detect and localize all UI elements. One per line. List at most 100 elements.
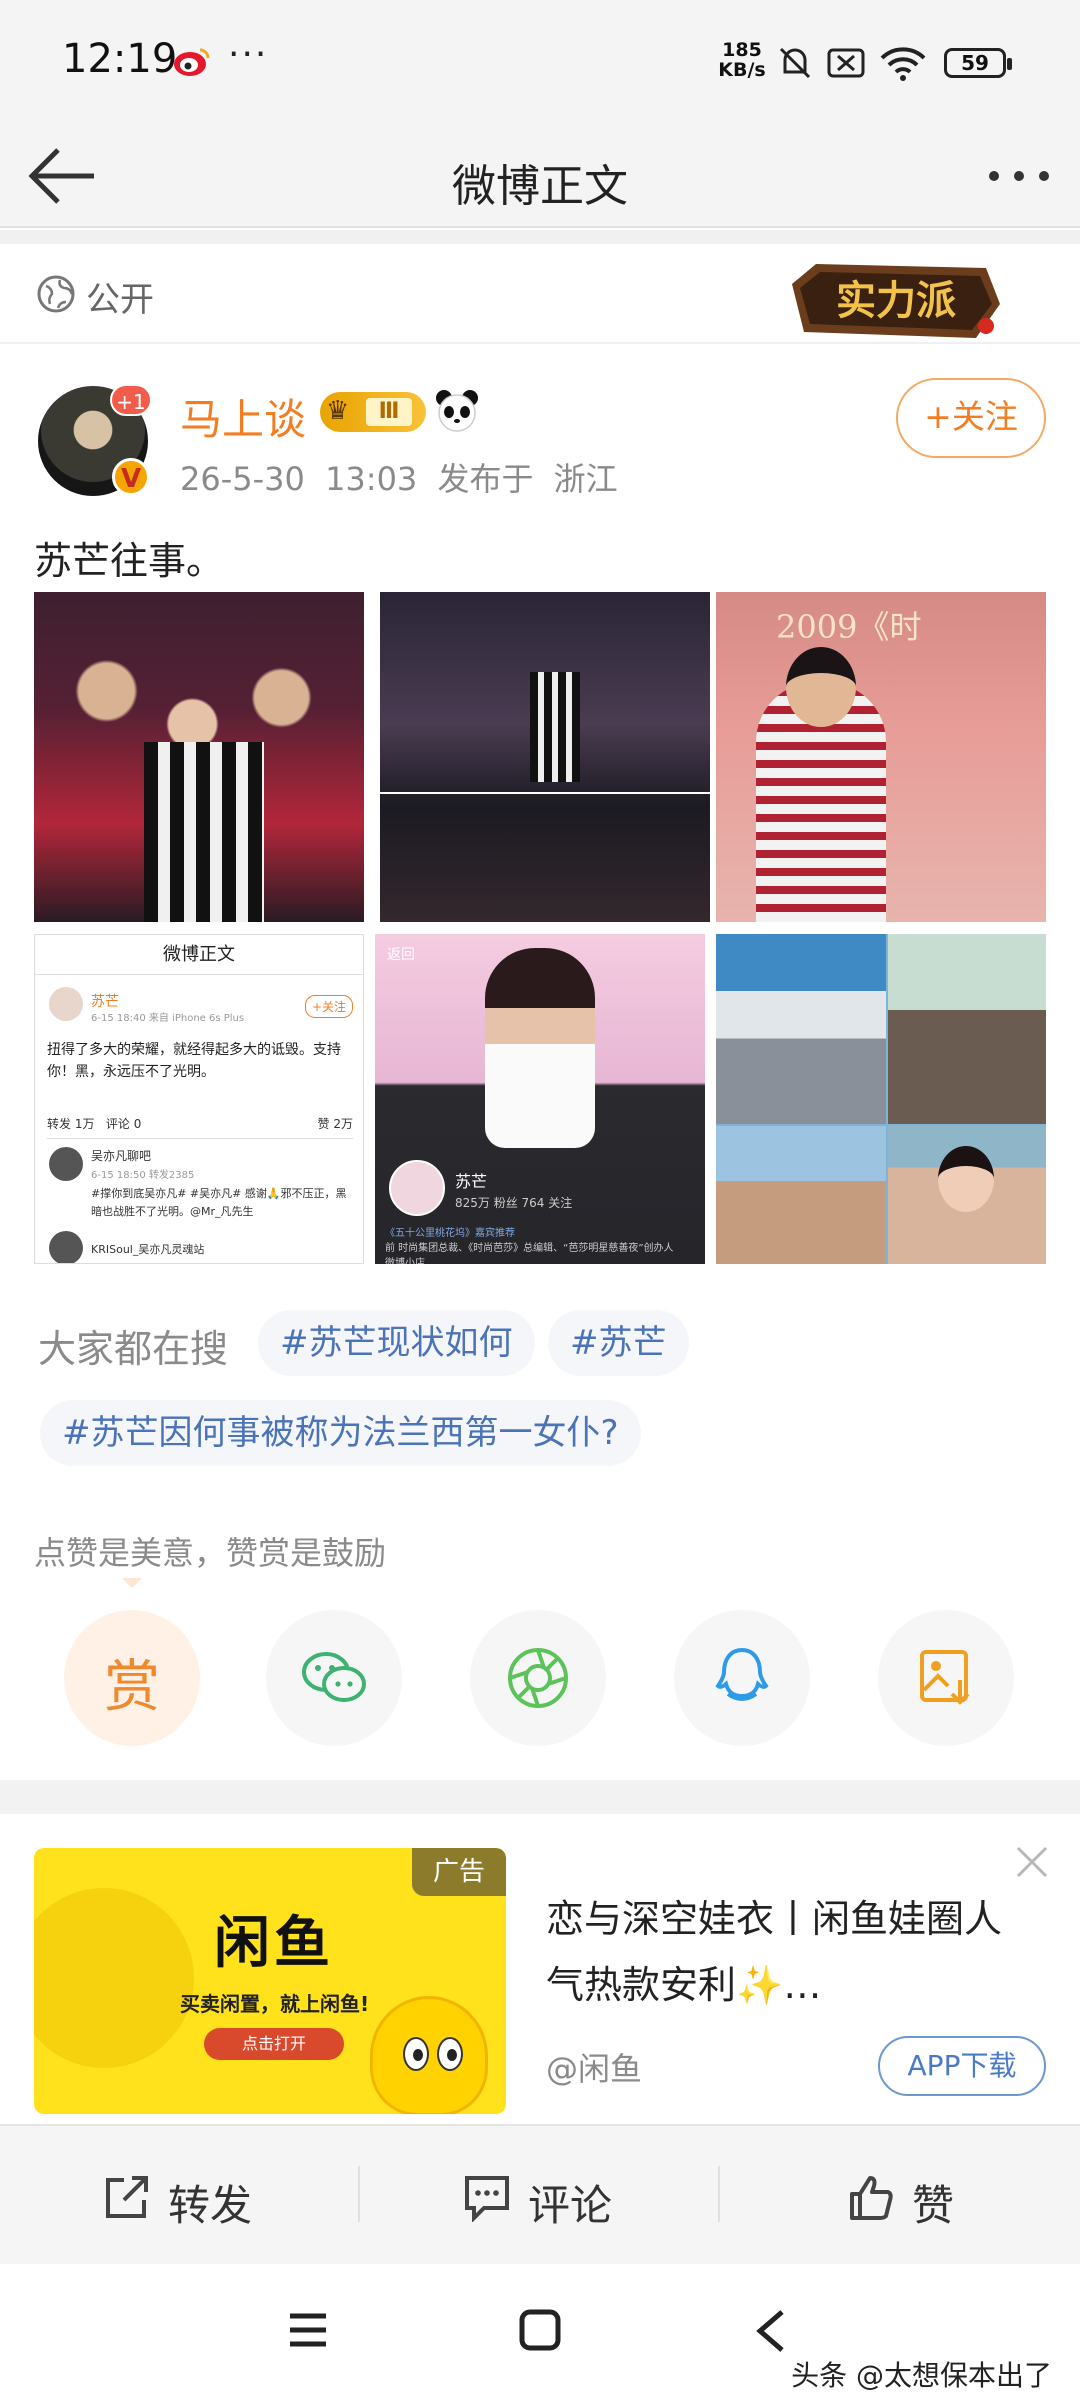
post-image-2[interactable]: [380, 592, 710, 922]
post-location: 发布于 浙江: [437, 460, 618, 498]
repost-label: 转发: [168, 2181, 253, 2230]
repost-icon: [106, 2176, 148, 2218]
app-download-button[interactable]: APP下载: [878, 2036, 1046, 2096]
status-more-dots: ···: [228, 34, 269, 75]
embedded-profile-shop: 微博小店: [385, 1258, 425, 1264]
verified-badge: V: [112, 458, 150, 496]
back-nav-icon[interactable]: [754, 2308, 788, 2354]
post-timestamp: 26-5-30 13:03: [180, 460, 418, 498]
collage-cell-3: [716, 1126, 886, 1264]
ad-background-shape: [34, 1888, 194, 2068]
ad-label: 广告: [412, 1848, 506, 1896]
collage-divider: [380, 792, 710, 794]
embedded-avatar: [49, 987, 83, 1021]
save-image-icon: [920, 1650, 970, 1705]
trending-tag-1[interactable]: #苏芒现状如何: [258, 1310, 535, 1376]
embedded-commenter-2: KRISoul_吴亦凡灵魂站: [91, 1243, 205, 1256]
comment-button[interactable]: 评论: [360, 2126, 720, 2266]
embedded-tab-repost: 转发 1万: [47, 1117, 95, 1131]
embedded-profile-avatar: [389, 1160, 445, 1216]
speaker-head: [786, 647, 856, 727]
ad-slogan: 买卖闲置，就上闲鱼!: [180, 1992, 370, 2016]
xianyu-mascot-icon: [370, 1996, 488, 2114]
panda-icon: [436, 390, 478, 432]
post-meta: 26-5-30 13:03 发布于 浙江: [180, 454, 618, 500]
ad-banner-image[interactable]: 广告 闲鱼 买卖闲置，就上闲鱼! 点击打开: [34, 1848, 506, 2114]
mascot-eye: [437, 2037, 463, 2071]
share-qq-button[interactable]: [674, 1610, 810, 1746]
follow-button[interactable]: +关注: [896, 378, 1046, 458]
like-label: 赞: [912, 2181, 955, 2230]
save-image-button[interactable]: [878, 1610, 1014, 1746]
commenter2-avatar: [49, 1231, 83, 1263]
like-button[interactable]: 赞: [720, 2126, 1080, 2266]
hint-pointer-icon: [122, 1578, 142, 1588]
embedded-meta: 6-15 18:40 来自 iPhone 6s Plus: [91, 1013, 245, 1024]
title-bar: 微博正文: [0, 124, 1080, 228]
wechat-icon: [302, 1652, 366, 1702]
visibility-label: 公开: [86, 280, 154, 320]
ad-title[interactable]: 恋与深空娃衣丨闲鱼娃圈人气热款安利✨…: [546, 1886, 1026, 2018]
collage-face: [938, 1146, 994, 1212]
embedded-body: 扭得了多大的荣耀，就经得起多大的诋毁。支持你！黑，永远压不了光明。: [47, 1042, 341, 1080]
notification-badge: +1: [110, 384, 152, 416]
section-divider: [0, 1780, 1080, 1814]
page-title: 微博正文: [452, 161, 628, 212]
mascot-eye: [403, 2037, 429, 2071]
post-image-1[interactable]: [34, 592, 364, 922]
member-level-badge: ♛ Ⅲ: [320, 392, 426, 432]
comment-icon: [465, 2176, 509, 2222]
network-speed-value: 185: [722, 39, 762, 61]
profile-cover-figure: [485, 948, 595, 1148]
shilipai-badge: 实力派: [792, 264, 1000, 338]
reward-glyph: 赏: [104, 1655, 160, 1720]
no-sim-icon: [827, 48, 865, 78]
section-gap: [0, 230, 1080, 244]
trending-tag-3[interactable]: #苏芒因何事被称为法兰西第一女仆?: [40, 1400, 641, 1466]
embedded-back: 返回: [387, 947, 415, 963]
embedded-profile-bio: 《五十公里桃花坞》嘉宾推荐 前 时尚集团总裁、《时尚芭莎》总编辑、“芭莎明星慈善…: [385, 1224, 695, 1264]
post-image-5[interactable]: 返回 苏芒 825万 粉丝 764 关注 《五十公里桃花坞》嘉宾推荐 前 时尚集…: [375, 934, 705, 1264]
moments-icon: [508, 1648, 568, 1708]
action-bar: 转发 评论 赞: [0, 2124, 1080, 2264]
bell-muted-icon: [779, 47, 811, 79]
repost-button[interactable]: 转发: [0, 2126, 360, 2266]
commenter-avatar: [49, 1147, 83, 1181]
post-image-4[interactable]: 微博正文 苏芒 6-15 18:40 来自 iPhone 6s Plus +关注…: [34, 934, 364, 1264]
comment-label: 评论: [528, 2181, 613, 2230]
post-image-6[interactable]: [716, 934, 1046, 1264]
thumbs-up-icon: [850, 2176, 893, 2220]
ad-image-cta: 点击打开: [204, 2028, 344, 2060]
embedded-profile-tag: 《五十公里桃花坞》嘉宾推荐: [385, 1228, 515, 1239]
more-options-icon[interactable]: [984, 154, 1054, 198]
level-number: Ⅲ: [366, 398, 412, 426]
home-icon[interactable]: [518, 2308, 562, 2352]
weibo-app-icon: [174, 48, 210, 76]
menu-icon[interactable]: [286, 2310, 330, 2350]
embedded-commenter: 吴亦凡聊吧: [91, 1149, 152, 1163]
embedded-profile-name: 苏芒: [455, 1172, 488, 1191]
network-speed: 185 KB/s: [712, 40, 772, 80]
share-wechat-button[interactable]: [266, 1610, 402, 1746]
reward-button[interactable]: 赏: [64, 1610, 200, 1746]
globe-icon: [37, 275, 75, 313]
author-name[interactable]: 马上谈: [180, 386, 306, 447]
embedded-tab-like: 赞 2万: [317, 1117, 353, 1131]
close-icon[interactable]: [1014, 1844, 1050, 1880]
embedded-tab-comment: 评论 0: [105, 1117, 142, 1131]
watermark: 头条 @太想保本出了: [791, 2359, 1052, 2392]
status-time: 12:19: [62, 36, 178, 82]
xianyu-logo: 闲鱼: [214, 1911, 334, 1976]
embedded-comment-text: #撑你到底吴亦凡# #吴亦凡# 感谢🙏邪不压正，黑暗也战胜不了光明。@Mr_凡先…: [91, 1187, 347, 1218]
post-image-3[interactable]: 2009《时: [716, 592, 1046, 922]
event-banner-text: 2009《时: [776, 608, 922, 646]
share-moments-button[interactable]: [470, 1610, 606, 1746]
embedded-post-title: 微博正文: [35, 935, 363, 975]
trending-tag-2[interactable]: #苏芒: [548, 1310, 689, 1376]
embedded-commenter-meta: 6-15 18:50 转发2385: [91, 1170, 195, 1181]
collage-cell-2: [888, 934, 1046, 1124]
status-bar: 12:19 ··· 185 KB/s 59: [0, 0, 1080, 124]
embedded-profile-stats: 825万 粉丝 764 关注: [455, 1196, 573, 1210]
reward-hint: 点赞是美意，赞赏是鼓励: [34, 1534, 387, 1572]
battery-indicator: 59: [944, 48, 1012, 78]
